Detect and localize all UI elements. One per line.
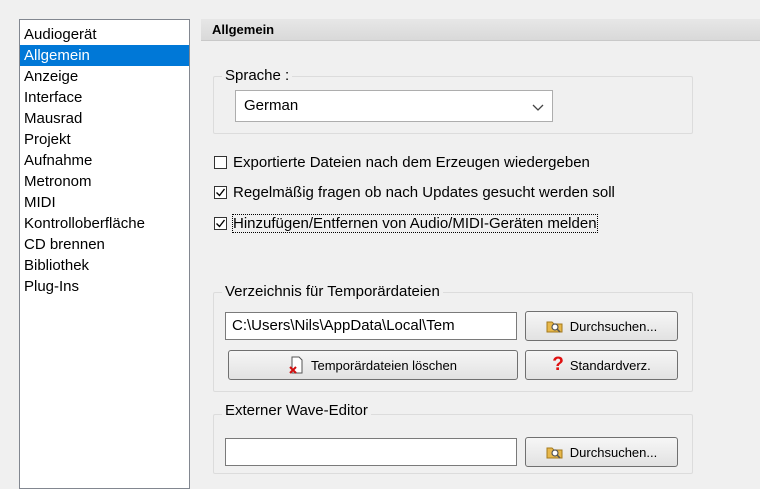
category-item-anzeige[interactable]: Anzeige xyxy=(20,66,189,87)
category-item-kontrolloberflaeche[interactable]: Kontrolloberfläche xyxy=(20,213,189,234)
language-label: Sprache : xyxy=(222,67,293,84)
checkbox-device-notify-label: Hinzufügen/Entfernen von Audio/MIDI-Gerä… xyxy=(232,213,598,233)
category-list[interactable]: Audiogerät Allgemein Anzeige Interface M… xyxy=(19,19,190,489)
category-item-projekt[interactable]: Projekt xyxy=(20,129,189,150)
language-select[interactable]: German xyxy=(235,90,553,122)
delete-file-icon xyxy=(289,356,305,374)
category-item-audiogeraet[interactable]: Audiogerät xyxy=(20,24,189,45)
checkbox-update-check-label: Regelmäßig fragen ob nach Updates gesuch… xyxy=(233,183,615,201)
checkmark-icon xyxy=(216,188,226,197)
checkmark-icon xyxy=(216,219,226,228)
checkbox-device-notify[interactable] xyxy=(214,216,227,230)
wave-editor-browse-button[interactable]: Durchsuchen... xyxy=(525,437,678,467)
temp-dir-input[interactable]: C:\Users\Nils\AppData\Local\Tem xyxy=(225,312,517,340)
category-item-metronom[interactable]: Metronom xyxy=(20,171,189,192)
temp-dir-label: Verzeichnis für Temporärdateien xyxy=(222,283,443,300)
category-item-aufnahme[interactable]: Aufnahme xyxy=(20,150,189,171)
wave-editor-label: Externer Wave-Editor xyxy=(222,402,371,419)
checkbox-update-check[interactable] xyxy=(214,185,227,199)
category-item-interface[interactable]: Interface xyxy=(20,87,189,108)
category-item-bibliothek[interactable]: Bibliothek xyxy=(20,255,189,276)
checkbox-export-play-label: Exportierte Dateien nach dem Erzeugen wi… xyxy=(233,153,590,171)
category-item-midi[interactable]: MIDI xyxy=(20,192,189,213)
checkbox-export-play[interactable] xyxy=(214,155,227,169)
question-mark-icon: ? xyxy=(552,354,564,375)
wave-editor-input[interactable] xyxy=(225,438,517,466)
category-item-plug-ins[interactable]: Plug-Ins xyxy=(20,276,189,297)
delete-temp-files-label: Temporärdateien löschen xyxy=(311,357,457,373)
checkbox-row-export-play[interactable]: Exportierte Dateien nach dem Erzeugen wi… xyxy=(214,151,590,173)
checkbox-row-device-notify[interactable]: Hinzufügen/Entfernen von Audio/MIDI-Gerä… xyxy=(214,212,598,234)
chevron-down-icon xyxy=(532,104,544,111)
language-select-value: German xyxy=(244,97,299,114)
category-item-allgemein[interactable]: Allgemein xyxy=(20,45,189,66)
folder-search-icon xyxy=(546,444,564,460)
default-dir-label: Standardverz. xyxy=(569,357,651,373)
category-item-mausrad[interactable]: Mausrad xyxy=(20,108,189,129)
category-item-cd-brennen[interactable]: CD brennen xyxy=(20,234,189,255)
delete-temp-files-button[interactable]: Temporärdateien löschen xyxy=(228,350,518,380)
panel-title: Allgemein xyxy=(201,19,760,41)
wave-editor-browse-label: Durchsuchen... xyxy=(569,444,658,460)
folder-search-icon xyxy=(546,318,564,334)
temp-browse-label: Durchsuchen... xyxy=(569,318,658,334)
checkbox-row-update-check[interactable]: Regelmäßig fragen ob nach Updates gesuch… xyxy=(214,181,615,203)
temp-browse-button[interactable]: Durchsuchen... xyxy=(525,311,678,341)
default-dir-button[interactable]: ? Standardverz. xyxy=(525,350,678,380)
